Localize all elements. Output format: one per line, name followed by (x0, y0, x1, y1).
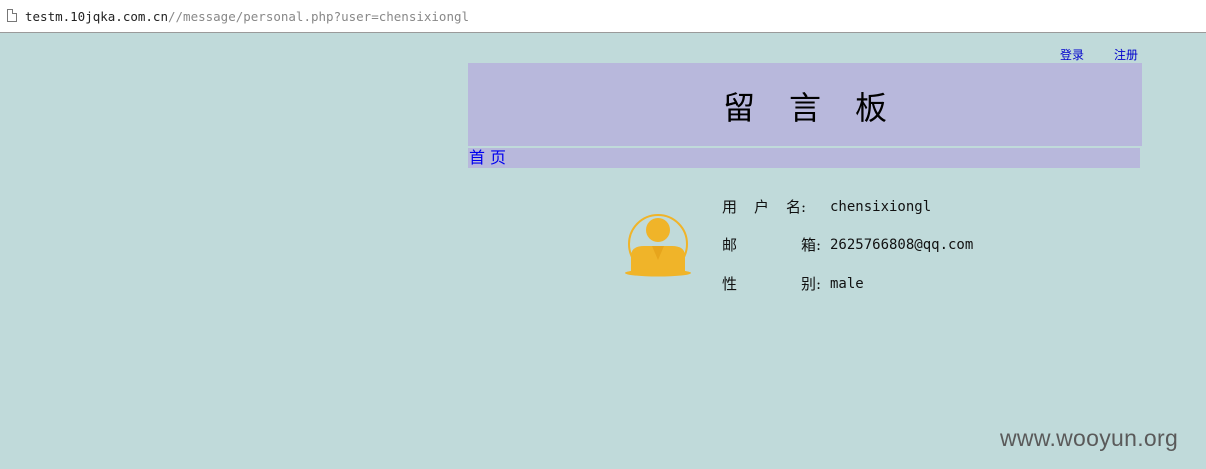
url-text[interactable]: testm.10jqka.com.cn//message/personal.ph… (25, 8, 469, 26)
home-link[interactable]: 首页 (469, 149, 511, 167)
url-path: //message/personal.php?user=chensixiongl (168, 9, 470, 24)
watermark: www.wooyun.org (1000, 425, 1179, 451)
email-value: 2625766808@qq.com (830, 237, 974, 253)
url-host: testm.10jqka.com.cn (25, 9, 168, 24)
user-avatar-icon (622, 212, 694, 280)
page-icon (7, 9, 17, 22)
register-link[interactable]: 注册 (1114, 46, 1138, 63)
nav-bar: 首页 (468, 148, 1140, 168)
address-bar[interactable]: testm.10jqka.com.cn//message/personal.ph… (0, 0, 1206, 33)
username-value: chensixiongl (830, 199, 932, 215)
gender-value: male (830, 276, 864, 292)
banner: 留言板 (468, 63, 1142, 146)
page-title: 留言板 (722, 89, 921, 127)
login-link[interactable]: 登录 (1060, 46, 1084, 63)
